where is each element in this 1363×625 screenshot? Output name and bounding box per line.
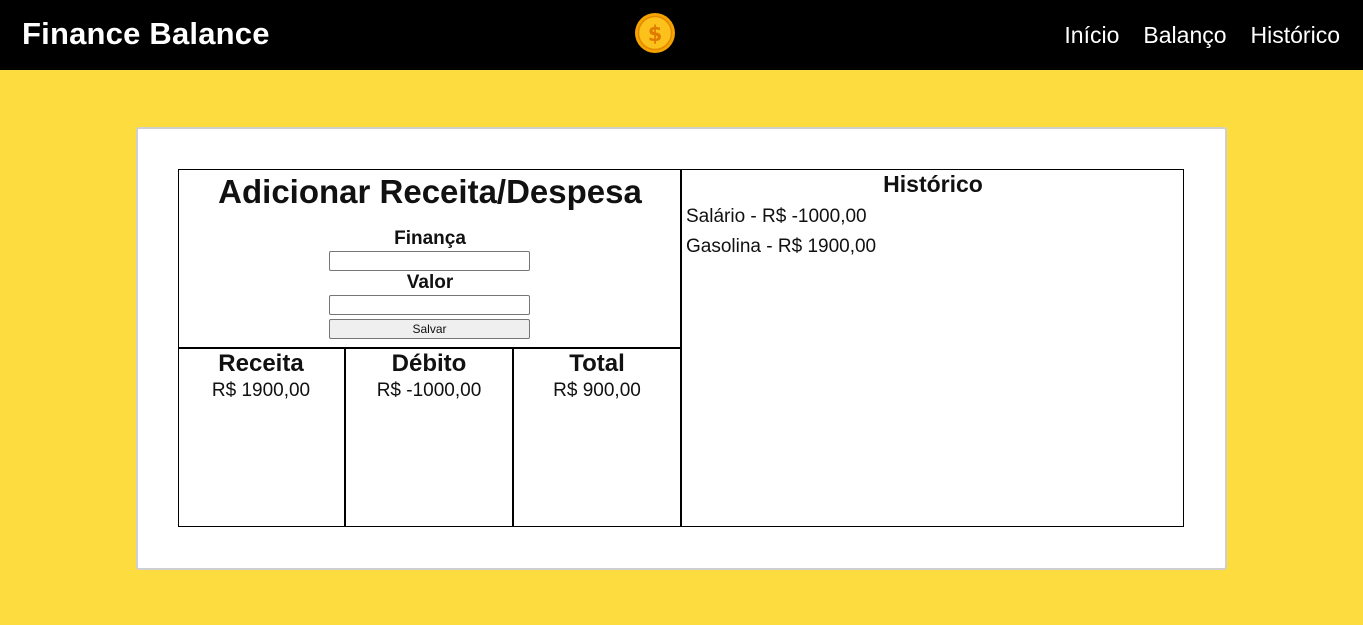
value-input[interactable] [329, 295, 530, 315]
form-title: Adicionar Receita/Despesa [218, 173, 642, 210]
debit-summary: Débito R$ -1000,00 [346, 349, 514, 527]
nav-balanco-link[interactable]: Balanço [1143, 22, 1226, 49]
save-button[interactable]: Salvar [329, 319, 530, 339]
nav-inicio-link[interactable]: Início [1064, 22, 1119, 49]
debit-value: R$ -1000,00 [376, 380, 482, 401]
total-summary: Total R$ 900,00 [514, 349, 682, 527]
history-panel: Histórico Salário - R$ -1000,00 Gasolina… [682, 169, 1184, 527]
svg-text:$: $ [648, 22, 663, 46]
main-nav: Início Balanço Histórico [1064, 22, 1340, 49]
total-title: Total [569, 350, 625, 377]
income-title: Receita [218, 350, 304, 377]
brand-title[interactable]: Finance Balance [22, 16, 270, 52]
add-entry-form: Adicionar Receita/Despesa Finança Valor … [178, 169, 682, 349]
history-list: Salário - R$ -1000,00 Gasolina - R$ 1900… [682, 202, 1184, 262]
value-label: Valor [406, 272, 454, 293]
top-navbar: Finance Balance $ Início Balanço Históri… [0, 0, 1363, 70]
history-item: Salário - R$ -1000,00 [686, 206, 867, 227]
dollar-coin-icon: $ [635, 13, 675, 53]
history-item: Gasolina - R$ 1900,00 [686, 236, 877, 257]
nav-historico-link[interactable]: Histórico [1251, 22, 1340, 49]
income-value: R$ 1900,00 [211, 380, 311, 401]
finance-input[interactable] [329, 251, 530, 271]
income-summary: Receita R$ 1900,00 [178, 349, 346, 527]
total-value: R$ 900,00 [553, 380, 641, 401]
history-title: Histórico [883, 171, 983, 197]
finance-label: Finança [394, 228, 466, 249]
debit-title: Débito [391, 350, 467, 377]
